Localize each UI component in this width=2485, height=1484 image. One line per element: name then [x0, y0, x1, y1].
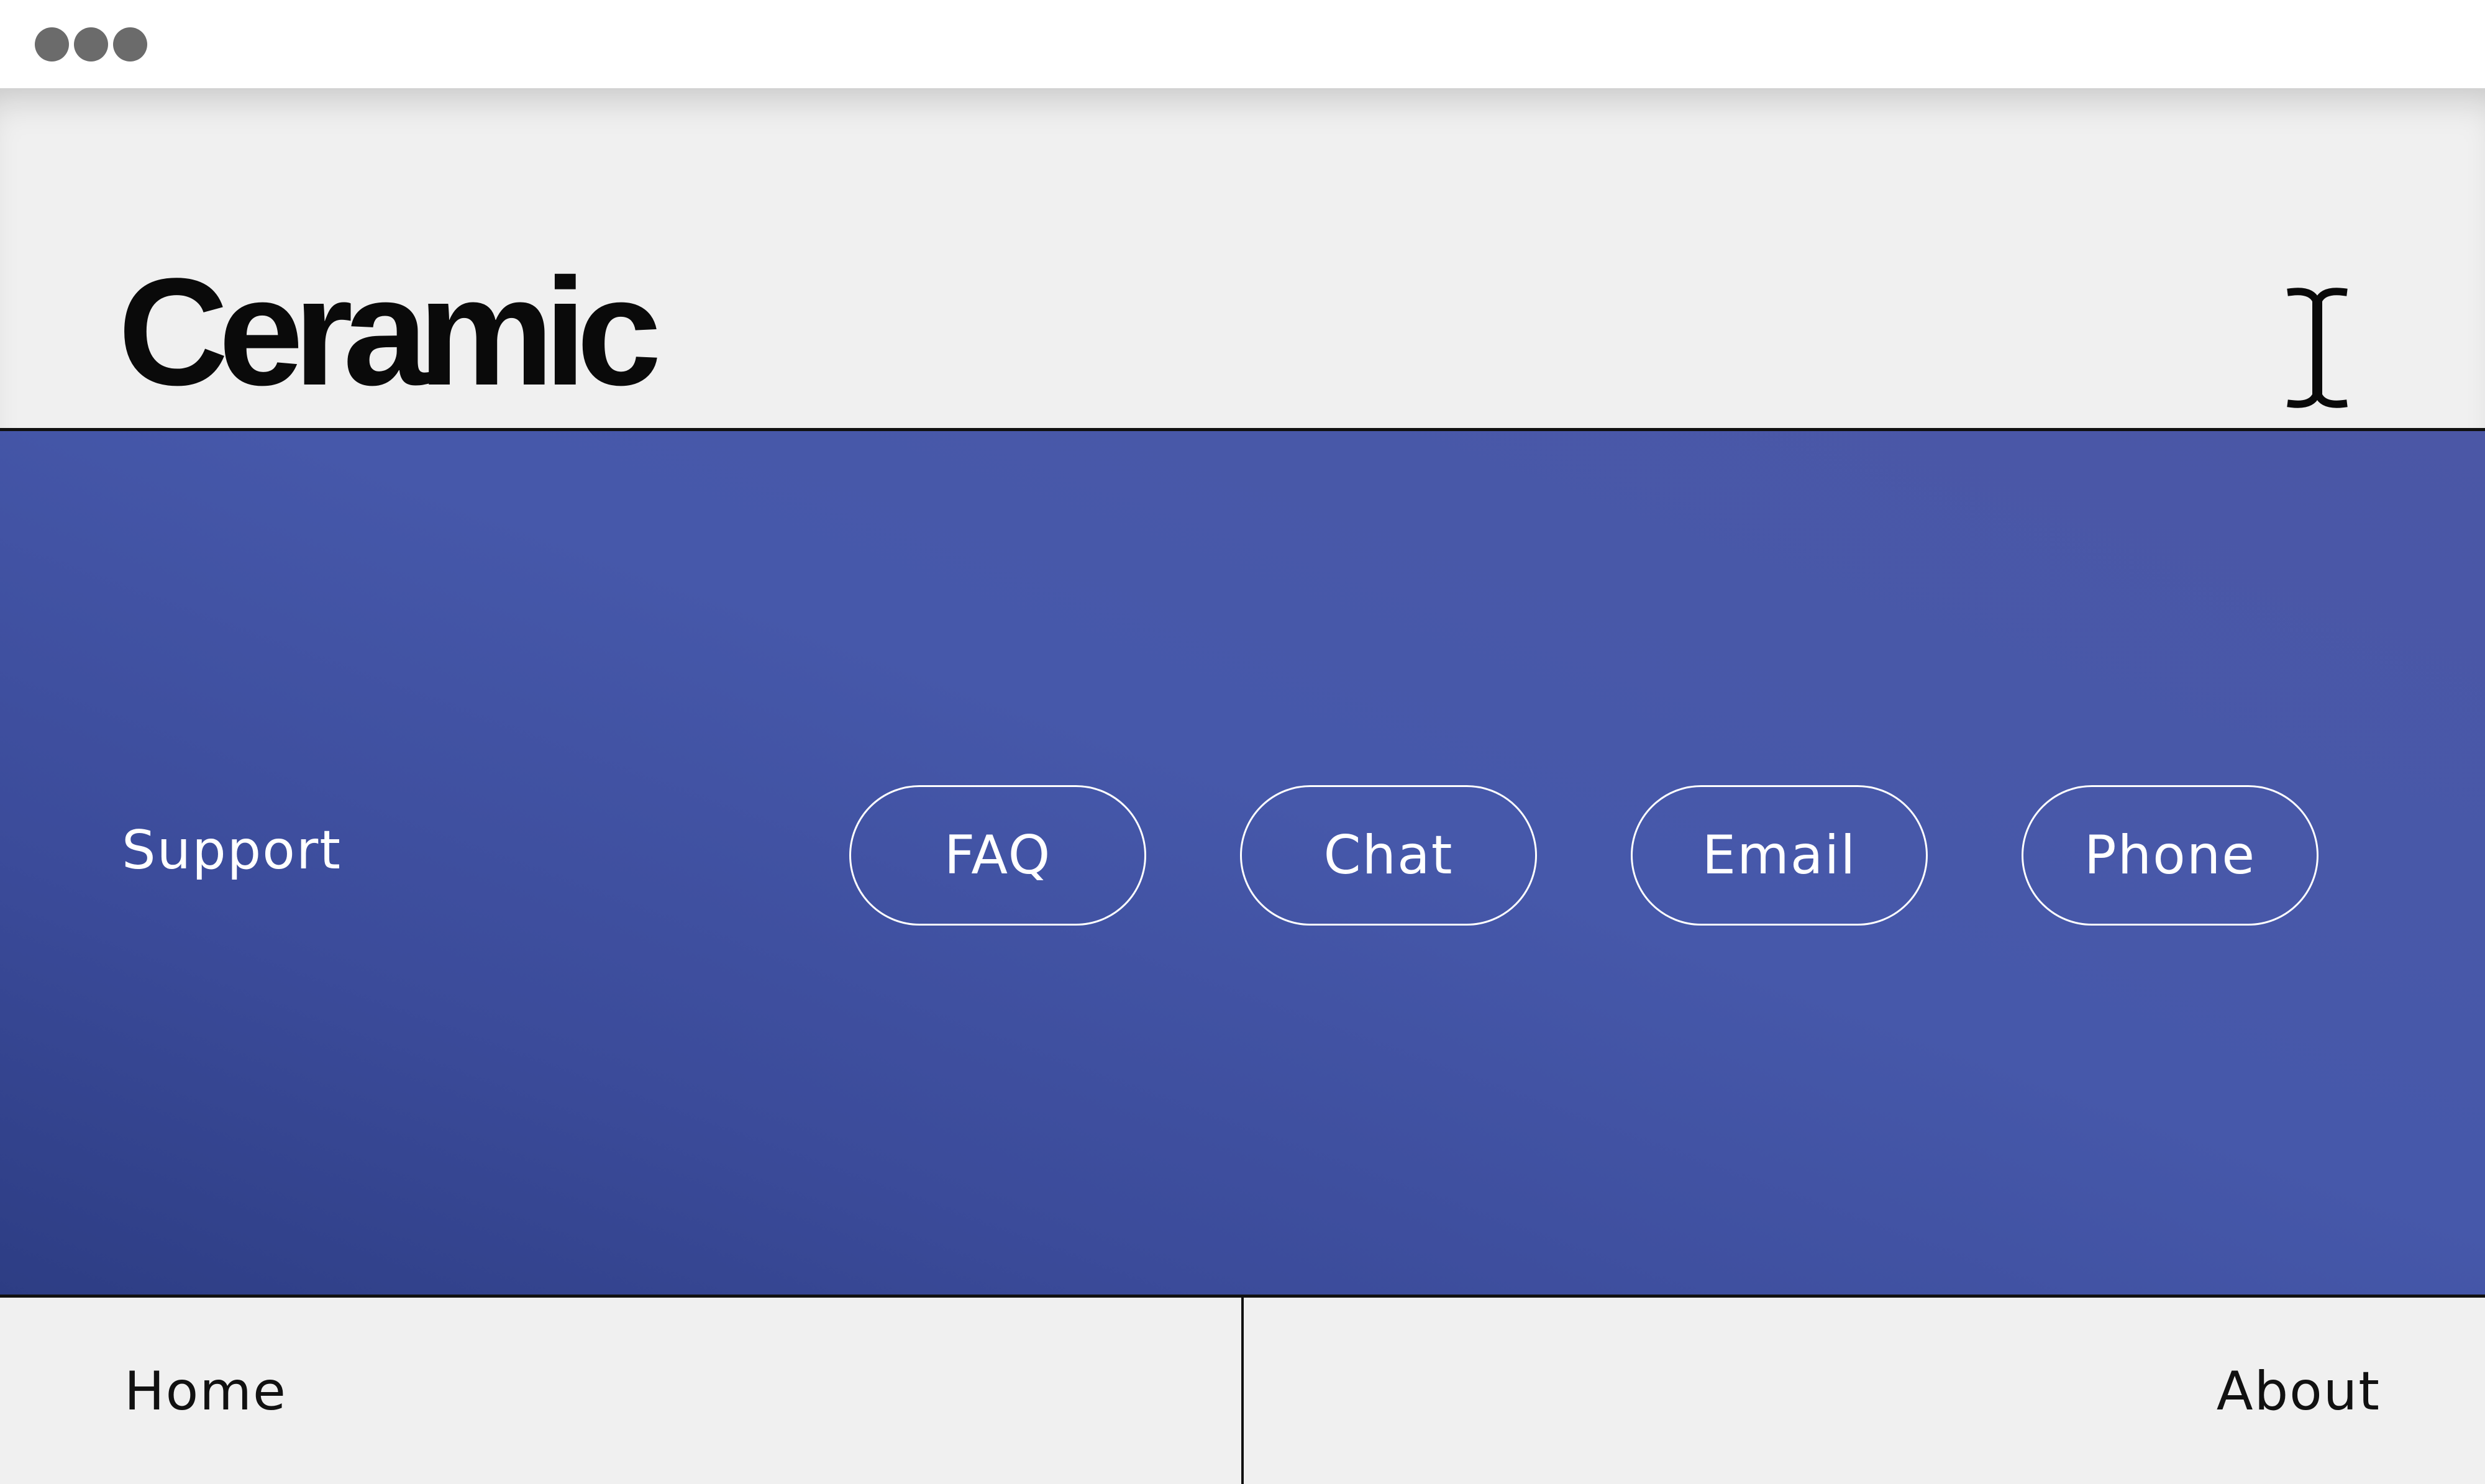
site-header: Ceramic [0, 88, 2485, 430]
footer-nav: Home About [0, 1298, 2485, 1484]
nav-home-link[interactable]: Home [124, 1365, 287, 1418]
chat-button[interactable]: Chat [1240, 785, 1537, 926]
header-divider [0, 428, 2485, 431]
support-heading: Support [122, 819, 342, 881]
window-control-dot[interactable] [113, 27, 147, 61]
footer-column-divider [1241, 1298, 1244, 1484]
window-controls [35, 27, 147, 61]
browser-chrome [0, 0, 2485, 88]
window-control-dot[interactable] [74, 27, 108, 61]
text-cursor-icon [2287, 288, 2348, 408]
window-control-dot[interactable] [35, 27, 69, 61]
phone-button[interactable]: Phone [2022, 785, 2319, 926]
footer-divider-line [0, 1295, 2485, 1298]
logo[interactable]: Ceramic [118, 256, 662, 409]
nav-about-link[interactable]: About [2217, 1365, 2381, 1418]
faq-button[interactable]: FAQ [849, 785, 1146, 926]
email-button[interactable]: Email [1631, 785, 1928, 926]
